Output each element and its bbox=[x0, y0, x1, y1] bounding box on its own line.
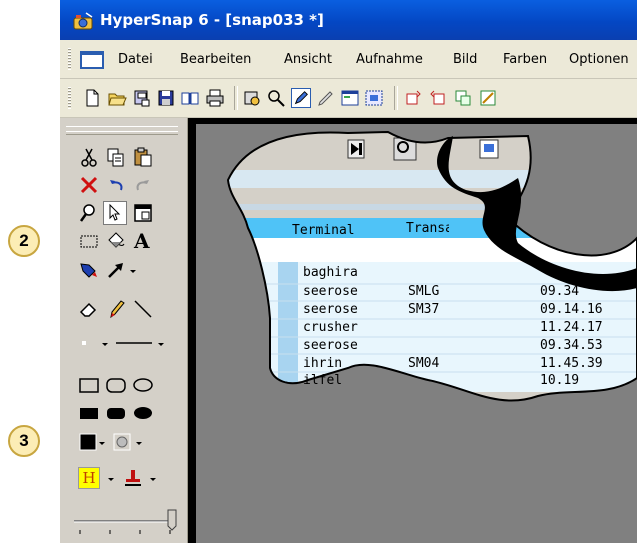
hypersnap-window: HyperSnap 6 - [snap033 *] Datei Bearbeit… bbox=[60, 0, 637, 543]
menu-farben[interactable]: Farben bbox=[503, 52, 547, 67]
save-icon[interactable] bbox=[156, 88, 176, 108]
pick-color-icon[interactable] bbox=[78, 259, 100, 281]
title-bar[interactable]: HyperSnap 6 - [snap033 *] bbox=[60, 0, 637, 40]
foreground-color-icon[interactable] bbox=[78, 431, 106, 453]
stamp-dropdown-icon[interactable] bbox=[146, 467, 160, 489]
toolbar-grip[interactable] bbox=[68, 87, 71, 109]
crop-icon[interactable] bbox=[453, 88, 473, 108]
open-folder-icon[interactable] bbox=[107, 88, 127, 108]
row-3-zeit: 09.14.16 bbox=[540, 302, 603, 317]
menu-optionen[interactable]: Optionen bbox=[569, 52, 629, 67]
highlight-icon[interactable]: H bbox=[78, 467, 100, 489]
callout-2: 2 bbox=[8, 225, 40, 257]
row-7-zeit: 10.19 bbox=[540, 373, 580, 388]
cursor-arrow-icon bbox=[109, 203, 121, 221]
document-icon[interactable] bbox=[80, 51, 104, 69]
size-slider[interactable] bbox=[70, 506, 180, 536]
filled-rounded-rect-icon[interactable] bbox=[105, 402, 127, 424]
toolbar-separator-2 bbox=[394, 86, 398, 110]
save-as-icon[interactable] bbox=[132, 88, 152, 108]
arrow-dropdown-icon[interactable] bbox=[126, 259, 140, 281]
row-5-terminal: seerose bbox=[303, 338, 358, 353]
zoom-icon[interactable] bbox=[78, 202, 100, 224]
image-canvas[interactable]: Terminal Transaktion baghira seerose SML… bbox=[188, 118, 637, 543]
row-4-zeit: 11.24.17 bbox=[540, 320, 603, 335]
copy-icon[interactable] bbox=[105, 146, 127, 168]
rotate-icon[interactable] bbox=[403, 88, 423, 108]
ellipse-shape-icon[interactable] bbox=[132, 374, 154, 396]
paste-icon[interactable] bbox=[132, 146, 154, 168]
region-capture-icon[interactable] bbox=[364, 88, 384, 108]
background-color-icon[interactable] bbox=[112, 431, 152, 453]
rectangle-select-icon[interactable] bbox=[78, 230, 100, 252]
palette-grip-lower bbox=[66, 131, 178, 135]
zoom-tools-icon[interactable] bbox=[266, 88, 286, 108]
row-1-terminal: baghira bbox=[303, 265, 358, 280]
edit-pen-icon[interactable] bbox=[291, 88, 311, 108]
row-2-zeit: 09.34 bbox=[540, 284, 580, 299]
new-file-icon[interactable] bbox=[82, 88, 102, 108]
rotate-back-icon[interactable] bbox=[428, 88, 448, 108]
row-6-zeit: 11.45.39 bbox=[540, 356, 603, 371]
filled-rect-icon[interactable] bbox=[78, 402, 100, 424]
window-title: HyperSnap 6 - [snap033 *] bbox=[100, 11, 324, 29]
menu-bearbeiten[interactable]: Bearbeiten bbox=[180, 52, 251, 67]
row-6-terminal: ihrin bbox=[303, 356, 343, 371]
line-tool-icon[interactable] bbox=[132, 298, 154, 320]
row-7-terminal: ilfel bbox=[303, 373, 343, 388]
redo-icon bbox=[136, 180, 149, 191]
eraser-icon[interactable] bbox=[78, 298, 100, 320]
rounded-rect-shape-icon[interactable] bbox=[105, 374, 127, 396]
row-2-terminal: seerose bbox=[303, 284, 358, 299]
highlight-dropdown-icon[interactable] bbox=[104, 467, 118, 489]
select-arrow-tool[interactable] bbox=[103, 201, 127, 225]
print-icon[interactable] bbox=[205, 88, 225, 108]
row-4-terminal: crusher bbox=[303, 320, 358, 335]
undo-icon[interactable] bbox=[105, 174, 127, 196]
text-tool-icon[interactable]: A bbox=[134, 230, 156, 252]
main-toolbar bbox=[60, 79, 637, 118]
line-style-selector[interactable] bbox=[80, 332, 170, 354]
callout-3: 3 bbox=[8, 425, 40, 457]
row-3-transaktion: SM37 bbox=[408, 302, 440, 317]
arrow-tool-icon[interactable] bbox=[105, 259, 127, 281]
row-2-transaktion: SMLG bbox=[408, 284, 440, 299]
filled-ellipse-icon[interactable] bbox=[132, 402, 154, 424]
tool-palette: A H bbox=[60, 118, 188, 543]
capture-settings-icon[interactable] bbox=[242, 88, 262, 108]
cut-icon[interactable] bbox=[78, 146, 100, 168]
pen-icon[interactable] bbox=[105, 298, 127, 320]
row-5-zeit: 09.34.53 bbox=[540, 338, 603, 353]
menu-bild[interactable]: Bild bbox=[453, 52, 477, 67]
menu-datei[interactable]: Datei bbox=[118, 52, 153, 67]
menu-ansicht[interactable]: Ansicht bbox=[284, 52, 332, 67]
delete-x-icon[interactable] bbox=[78, 174, 100, 196]
resize-icon[interactable] bbox=[478, 88, 498, 108]
toolbar-separator bbox=[234, 86, 238, 110]
pencil-icon[interactable] bbox=[316, 88, 336, 108]
stamp-icon[interactable] bbox=[122, 467, 144, 489]
window-capture-icon[interactable] bbox=[340, 88, 360, 108]
hypersnap-app-icon[interactable] bbox=[72, 12, 94, 30]
menu-bar: Datei Bearbeiten Ansicht Aufnahme Bild F… bbox=[60, 40, 637, 79]
window-select-icon[interactable] bbox=[132, 202, 154, 224]
rectangle-shape-icon[interactable] bbox=[78, 374, 100, 396]
fill-bucket-icon[interactable] bbox=[105, 230, 127, 252]
row-3-terminal: seerose bbox=[303, 302, 358, 317]
header-terminal: Terminal bbox=[292, 223, 355, 238]
menu-aufnahme[interactable]: Aufnahme bbox=[356, 52, 423, 67]
menu-bar-grip[interactable] bbox=[68, 48, 71, 70]
row-6-transaktion: SM04 bbox=[408, 356, 440, 371]
open-book-icon[interactable] bbox=[180, 88, 200, 108]
